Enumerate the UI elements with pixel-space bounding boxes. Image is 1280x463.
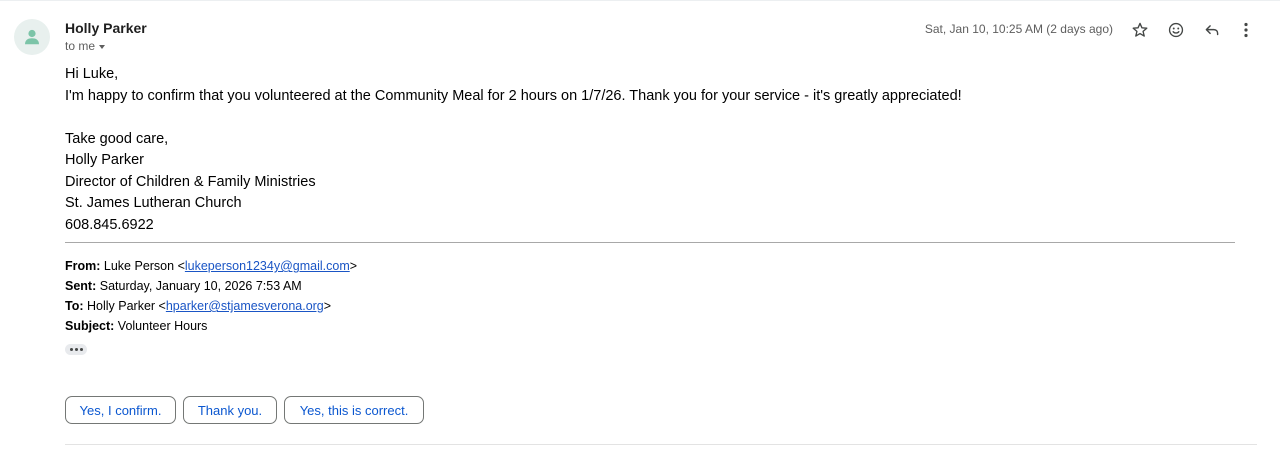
reply-icon: [1205, 25, 1219, 36]
chevron-down-icon: [99, 44, 106, 49]
dot-icon: [69, 348, 73, 351]
star-button[interactable]: [1128, 18, 1152, 42]
recipients-label: to me: [65, 39, 96, 53]
quoted-from-row: From: Luke Person <lukeperson1234y@gmail…: [65, 256, 357, 276]
quoted-subject-row: Subject: Volunteer Hours: [65, 316, 357, 336]
from-email-link[interactable]: lukeperson1234y@gmail.com: [185, 259, 350, 273]
add-reaction-button[interactable]: [1164, 18, 1188, 42]
signature-organization: St. James Lutheran Church: [65, 195, 242, 211]
to-close: >: [323, 299, 332, 313]
star-icon: [1132, 22, 1148, 37]
subject-value: Volunteer Hours: [117, 319, 208, 333]
sent-label: Sent:: [65, 279, 97, 293]
from-name: Luke Person <: [103, 259, 185, 273]
smart-reply-button[interactable]: Yes, this is correct.: [284, 396, 424, 424]
to-email-link[interactable]: hparker@stjamesverona.org: [166, 299, 324, 313]
smart-reply-button[interactable]: Yes, I confirm.: [65, 396, 176, 424]
dot-icon: [79, 348, 83, 351]
closing: Take good care,: [65, 130, 169, 147]
to-name: Holly Parker <: [87, 299, 166, 313]
recipients-dropdown[interactable]: to me: [65, 39, 106, 53]
greeting: Hi Luke,: [65, 66, 119, 82]
message-body: Hi Luke, I'm happy to confirm that you v…: [65, 64, 962, 236]
signature-name: Holly Parker: [65, 152, 144, 168]
signature-phone: 608.845.6922: [65, 216, 154, 233]
sender-avatar[interactable]: [14, 19, 50, 55]
more-options-button[interactable]: [1236, 18, 1256, 42]
smart-reply-button[interactable]: Thank you.: [183, 396, 277, 424]
smiley-icon: [1168, 22, 1184, 38]
more-vert-icon: [1244, 22, 1248, 38]
message-date: Sat, Jan 10, 10:25 AM (2 days ago): [924, 22, 1113, 36]
to-label: To:: [65, 299, 84, 313]
sender-name[interactable]: Holly Parker: [65, 20, 147, 36]
reply-button[interactable]: [1200, 18, 1224, 42]
quoted-headers: From: Luke Person <lukeperson1234y@gmail…: [65, 256, 357, 336]
from-close: >: [349, 259, 358, 273]
quoted-to-row: To: Holly Parker <hparker@stjamesverona.…: [65, 296, 357, 316]
person-icon: [25, 29, 39, 45]
message-text: I'm happy to confirm that you volunteere…: [65, 87, 962, 104]
signature-title: Director of Children & Family Ministries: [65, 173, 316, 190]
bottom-border: [65, 444, 1257, 445]
quoted-sent-row: Sent: Saturday, January 10, 2026 7:53 AM: [65, 276, 357, 296]
top-border: [0, 0, 1280, 1]
from-label: From:: [65, 259, 101, 273]
subject-label: Subject:: [65, 319, 115, 333]
sent-value: Saturday, January 10, 2026 7:53 AM: [99, 279, 302, 293]
show-trimmed-content-button[interactable]: [65, 344, 87, 355]
quoted-divider: [65, 242, 1235, 243]
dot-icon: [74, 348, 78, 351]
